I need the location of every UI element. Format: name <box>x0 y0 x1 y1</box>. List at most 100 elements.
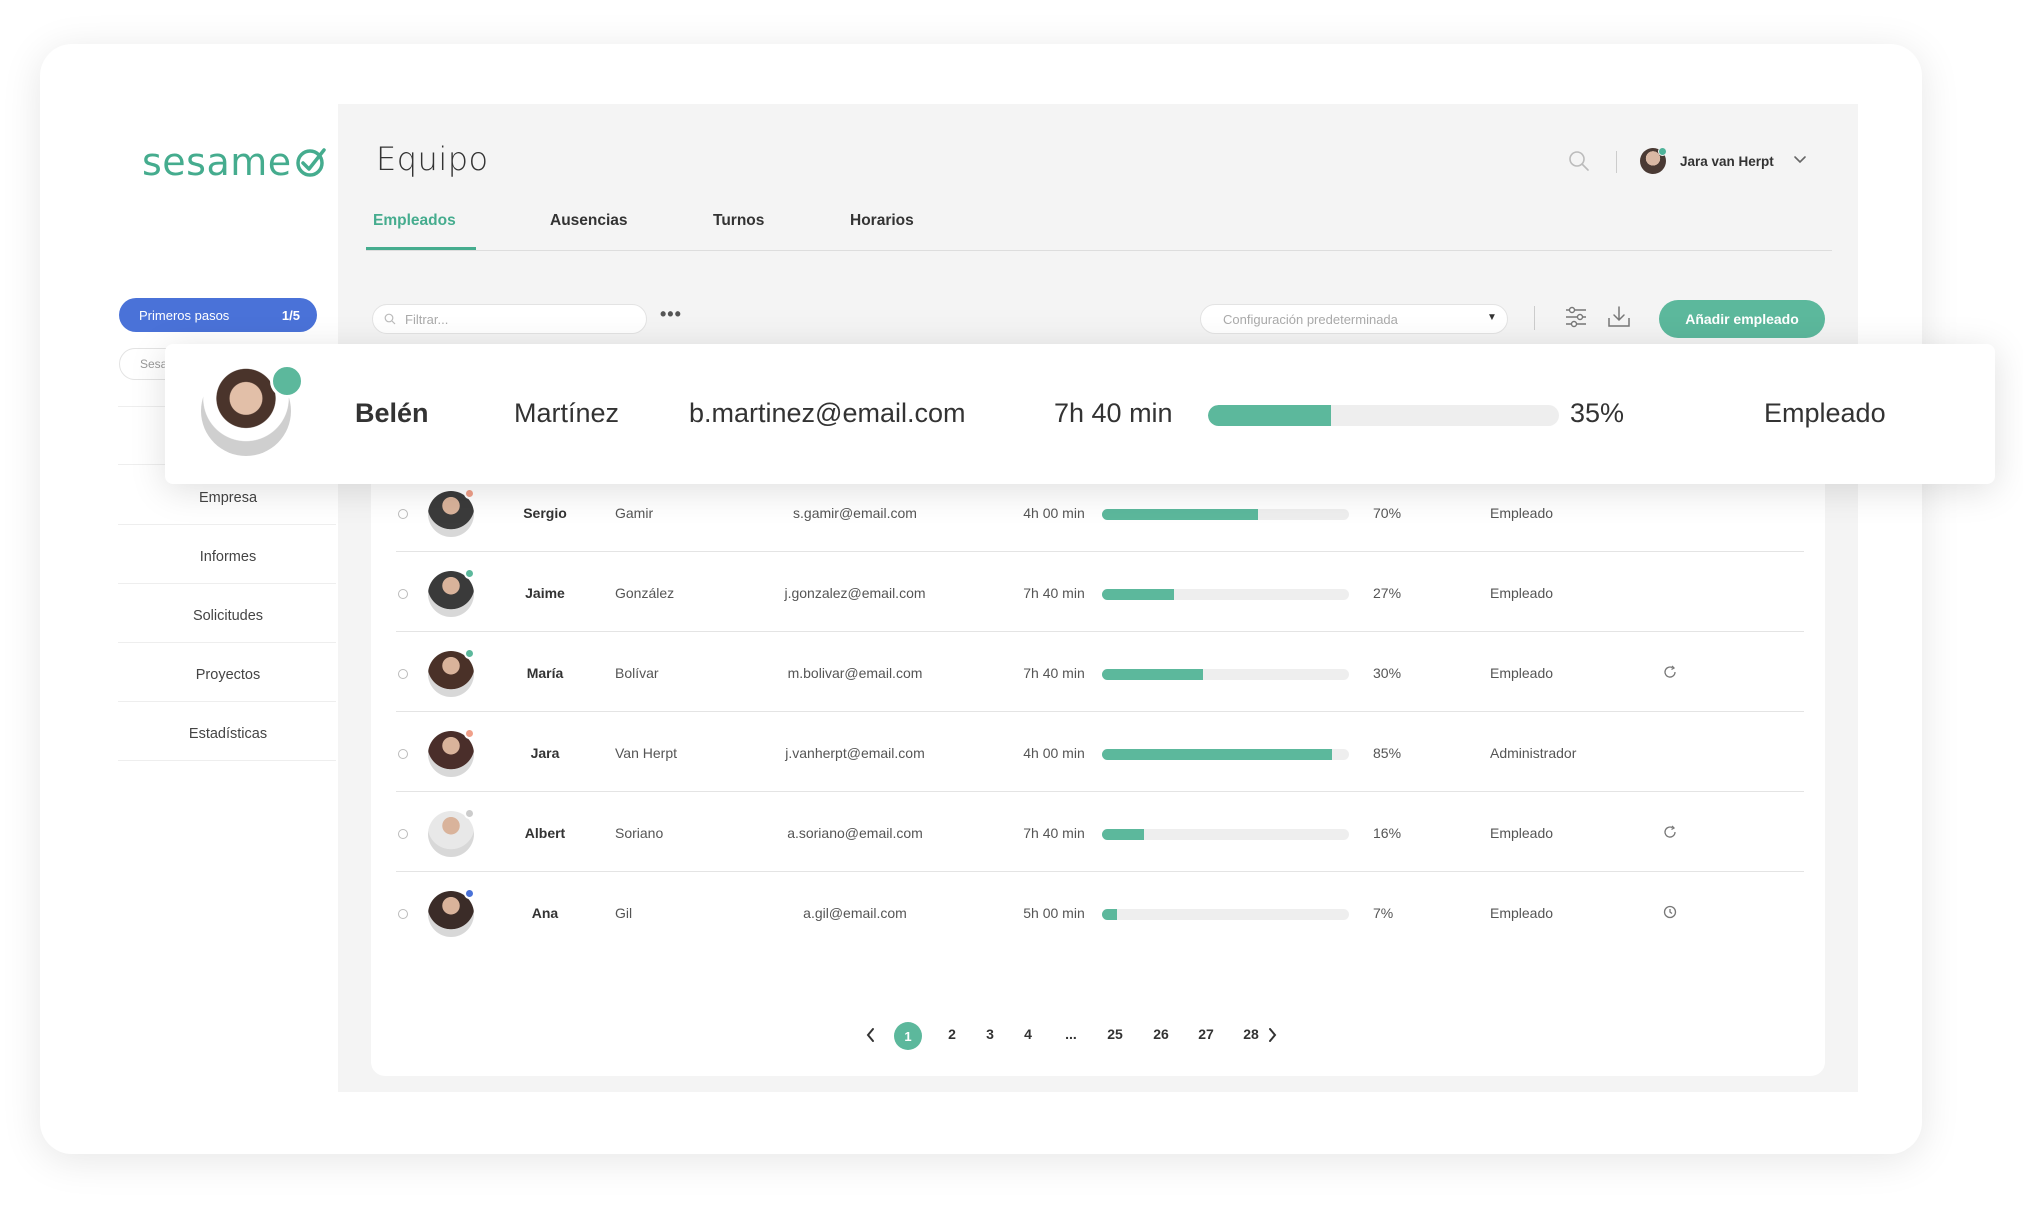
steps-count: 1/5 <box>281 307 300 323</box>
sliders-icon[interactable] <box>1564 304 1588 330</box>
pagination-ellipsis: ... <box>1065 1026 1077 1042</box>
row-select-radio[interactable] <box>398 509 408 519</box>
employee-hours: 7h 40 min <box>1023 825 1085 841</box>
tab-horarios[interactable]: Horarios <box>850 212 914 230</box>
page-link[interactable]: 28 <box>1236 1026 1266 1042</box>
more-options-button[interactable]: ••• <box>660 304 682 325</box>
chevron-right-icon[interactable] <box>1266 1022 1280 1048</box>
sidebar-item-informes[interactable]: Informes <box>118 549 338 565</box>
row-divider <box>396 711 1804 712</box>
steps-label: Primeros pasos <box>139 307 230 323</box>
sidebar-divider <box>118 701 336 702</box>
config-value: Configuración predeterminada <box>1223 312 1398 327</box>
page-link[interactable]: 2 <box>937 1026 967 1042</box>
sidebar-item-solicitudes[interactable]: Solicitudes <box>118 608 338 624</box>
chevron-down-icon[interactable] <box>1793 152 1807 166</box>
user-name[interactable]: Jara van Herpt <box>1680 154 1774 169</box>
tab-empleados[interactable]: Empleados <box>373 212 456 230</box>
progress-bar <box>1102 669 1349 680</box>
page-current[interactable]: 1 <box>894 1022 922 1050</box>
chevron-left-icon[interactable] <box>863 1022 877 1048</box>
progress-bar-fill <box>1102 749 1332 760</box>
filter-search-icon <box>384 313 396 325</box>
employee-email: j.vanherpt@email.com <box>785 745 925 761</box>
page-link[interactable]: 25 <box>1100 1026 1130 1042</box>
employee-hours: 7h 40 min <box>1023 585 1085 601</box>
active-tab-indicator <box>366 247 476 250</box>
table-row[interactable]: Ana Gil a.gil@email.com 5h 00 min 7% Emp… <box>371 873 1825 953</box>
progress-bar <box>1102 589 1349 600</box>
employee-email: j.gonzalez@email.com <box>784 585 926 601</box>
row-select-radio[interactable] <box>398 829 408 839</box>
employee-hours: 7h 40 min <box>1023 665 1085 681</box>
employee-percentage: 30% <box>1373 665 1402 681</box>
row-select-radio[interactable] <box>398 669 408 679</box>
employee-last-name: González <box>615 585 675 601</box>
filter-placeholder: Filtrar... <box>405 312 449 327</box>
caret-down-icon: ▼ <box>1487 312 1497 323</box>
employee-hours: 4h 00 min <box>1023 505 1085 521</box>
employee-first-name: Ana <box>531 905 559 921</box>
sidebar-search-text: Sesa <box>140 357 168 371</box>
employee-first-name: Sergio <box>523 505 567 521</box>
page-link[interactable]: 4 <box>1013 1026 1043 1042</box>
table-row[interactable]: Jaime González j.gonzalez@email.com 7h 4… <box>371 553 1825 633</box>
progress-bar <box>1102 909 1349 920</box>
page-link[interactable]: 3 <box>975 1026 1005 1042</box>
row-select-radio[interactable] <box>398 909 408 919</box>
tab-ausencias[interactable]: Ausencias <box>550 212 628 230</box>
clock-icon[interactable] <box>1663 905 1677 919</box>
employee-hours: 4h 00 min <box>1023 745 1085 761</box>
add-employee-button[interactable]: Añadir empleado <box>1659 300 1825 338</box>
employee-last-name: Van Herpt <box>615 745 677 761</box>
refresh-icon[interactable] <box>1663 665 1677 679</box>
row-divider <box>396 791 1804 792</box>
sidebar-divider <box>118 524 336 525</box>
table-row[interactable]: María Bolívar m.bolivar@email.com 7h 40 … <box>371 633 1825 713</box>
sidebar-divider <box>118 760 336 761</box>
config-select[interactable]: Configuración predeterminada <box>1200 304 1508 334</box>
employee-first-name: Jaime <box>525 585 565 601</box>
progress-bar-fill <box>1102 829 1144 840</box>
employee-percentage: 70% <box>1373 505 1402 521</box>
employee-hours: 5h 00 min <box>1023 905 1085 921</box>
employee-email: a.soriano@email.com <box>787 825 923 841</box>
table-row[interactable]: Jara Van Herpt j.vanherpt@email.com 4h 0… <box>371 713 1825 793</box>
sidebar-item-estadisticas[interactable]: Estadísticas <box>118 726 338 742</box>
employee-email: b.martinez@email.com <box>689 398 966 428</box>
row-select-radio[interactable] <box>398 589 408 599</box>
tab-divider <box>366 250 1832 251</box>
logo-check-icon <box>295 148 326 177</box>
table-row[interactable]: Sergio Gamir s.gamir@email.com 4h 00 min… <box>371 473 1825 553</box>
sidebar-divider <box>118 583 336 584</box>
sidebar-item-empresa[interactable]: Empresa <box>118 490 338 506</box>
refresh-icon[interactable] <box>1663 825 1677 839</box>
sesame-logo[interactable]: sesame <box>142 140 328 184</box>
employee-percentage: 35% <box>1570 398 1625 428</box>
status-dot <box>464 568 475 579</box>
employee-last-name: Gil <box>615 905 633 921</box>
employee-role: Administrador <box>1490 745 1577 761</box>
onboarding-steps-button[interactable]: Primeros pasos 1/5 <box>119 298 317 332</box>
search-icon[interactable] <box>1568 150 1590 172</box>
row-divider <box>396 871 1804 872</box>
progress-bar <box>1102 829 1349 840</box>
header-separator <box>1616 151 1617 173</box>
table-row[interactable]: Albert Soriano a.soriano@email.com 7h 40… <box>371 793 1825 873</box>
employee-percentage: 7% <box>1373 905 1394 921</box>
status-dot <box>464 728 475 739</box>
page-link[interactable]: 26 <box>1146 1026 1176 1042</box>
filter-input[interactable]: Filtrar... <box>372 304 647 334</box>
row-select-radio[interactable] <box>398 749 408 759</box>
tab-turnos[interactable]: Turnos <box>713 212 764 230</box>
employee-role: Empleado <box>1490 505 1554 521</box>
employee-email: s.gamir@email.com <box>793 505 917 521</box>
row-divider <box>396 631 1804 632</box>
row-divider <box>396 551 1804 552</box>
employee-role: Empleado <box>1490 585 1554 601</box>
sidebar-divider <box>118 642 336 643</box>
employee-email: a.gil@email.com <box>803 905 907 921</box>
download-icon[interactable] <box>1606 304 1632 330</box>
page-link[interactable]: 27 <box>1191 1026 1221 1042</box>
sidebar-item-proyectos[interactable]: Proyectos <box>118 667 338 683</box>
